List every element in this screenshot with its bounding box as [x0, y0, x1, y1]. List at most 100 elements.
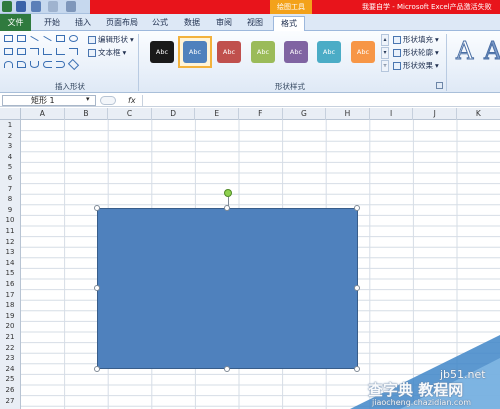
- column-header-k[interactable]: K: [457, 108, 500, 120]
- row-header-11[interactable]: 11: [0, 226, 20, 237]
- arrow-shape-icon[interactable]: [69, 48, 78, 55]
- shape-effects-button[interactable]: 形状效果 ▾: [393, 60, 439, 71]
- resize-handle-top-left[interactable]: [94, 205, 100, 211]
- tab-file[interactable]: 文件: [0, 14, 31, 31]
- resize-handle-bottom-left[interactable]: [94, 366, 100, 372]
- gallery-scroll-down[interactable]: ▾: [381, 47, 389, 59]
- row-header-16[interactable]: 16: [0, 279, 20, 290]
- rectangle-shape-icon[interactable]: [56, 35, 65, 42]
- rotation-handle[interactable]: [224, 189, 232, 197]
- orange-style[interactable]: Abc: [351, 41, 375, 63]
- column-header-g[interactable]: G: [283, 108, 327, 120]
- tab-formulas[interactable]: 公式: [148, 16, 172, 31]
- row-header-20[interactable]: 20: [0, 321, 20, 332]
- row-header-26[interactable]: 26: [0, 385, 20, 396]
- row-header-27[interactable]: 27: [0, 396, 20, 407]
- row-header-22[interactable]: 22: [0, 343, 20, 354]
- row-header-9[interactable]: 9: [0, 205, 20, 216]
- elbow-connector-icon[interactable]: [43, 48, 52, 55]
- row-header-25[interactable]: 25: [0, 374, 20, 385]
- brace-shape-icon[interactable]: [56, 61, 65, 68]
- excel-app-icon[interactable]: [2, 1, 12, 12]
- text-box-button[interactable]: 文本框 ▾: [88, 47, 126, 58]
- column-header-d[interactable]: D: [152, 108, 196, 120]
- name-box-dropdown-icon[interactable]: ▾: [86, 95, 90, 103]
- tab-insert[interactable]: 插入: [70, 16, 96, 31]
- shape-outline-button[interactable]: 形状轮廓 ▾: [393, 47, 439, 58]
- insert-function-button[interactable]: fx: [128, 94, 136, 107]
- resize-handle-top[interactable]: [224, 205, 230, 211]
- column-header-e[interactable]: E: [195, 108, 239, 120]
- elbow-connector-icon[interactable]: [30, 48, 39, 55]
- select-all-button[interactable]: [0, 108, 21, 120]
- row-header-19[interactable]: 19: [0, 311, 20, 322]
- wordart-style-plain[interactable]: A: [455, 37, 473, 66]
- row-header-23[interactable]: 23: [0, 353, 20, 364]
- arrow-shape-icon[interactable]: [56, 48, 65, 55]
- wordart-style-fill[interactable]: A: [483, 37, 500, 66]
- line-shape-icon[interactable]: [43, 35, 52, 42]
- name-box[interactable]: 矩形 1: [2, 95, 96, 106]
- resize-handle-left[interactable]: [94, 285, 100, 291]
- edit-shape-button[interactable]: 编辑形状 ▾: [88, 34, 134, 45]
- column-header-b[interactable]: B: [65, 108, 109, 120]
- triangle-shape-icon[interactable]: [17, 61, 26, 68]
- blue-style[interactable]: Abc: [183, 41, 207, 63]
- tab-data[interactable]: 数据: [180, 16, 204, 31]
- green-style[interactable]: Abc: [251, 41, 275, 63]
- insert-shapes-gallery[interactable]: [4, 35, 82, 75]
- aqua-style[interactable]: Abc: [317, 41, 341, 63]
- row-header-3[interactable]: 3: [0, 141, 20, 152]
- tab-page-layout[interactable]: 页面布局: [102, 16, 142, 31]
- gallery-scroll-up[interactable]: ▴: [381, 34, 389, 46]
- row-header-5[interactable]: 5: [0, 162, 20, 173]
- row-header-18[interactable]: 18: [0, 300, 20, 311]
- line-shape-icon[interactable]: [30, 35, 39, 42]
- row-header-4[interactable]: 4: [0, 152, 20, 163]
- row-header-10[interactable]: 10: [0, 215, 20, 226]
- gallery-more[interactable]: ▿: [381, 60, 389, 72]
- row-header-2[interactable]: 2: [0, 131, 20, 142]
- row-header-24[interactable]: 24: [0, 364, 20, 375]
- pointer-icon[interactable]: [66, 1, 76, 12]
- row-header-21[interactable]: 21: [0, 332, 20, 343]
- rectangle-shape[interactable]: [97, 208, 358, 369]
- shape-fill-button[interactable]: 形状填充 ▾: [393, 34, 439, 45]
- column-header-h[interactable]: H: [326, 108, 370, 120]
- formula-input[interactable]: [142, 95, 498, 106]
- row-header-12[interactable]: 12: [0, 237, 20, 248]
- tab-home[interactable]: 开始: [38, 16, 66, 31]
- triangle-shape-icon[interactable]: [17, 48, 26, 55]
- rectangle-shape-icon[interactable]: [4, 48, 13, 55]
- oval-shape-icon[interactable]: [69, 35, 78, 42]
- redo-icon[interactable]: [48, 1, 58, 12]
- formula-bar-splitter[interactable]: [100, 96, 116, 105]
- save-icon[interactable]: [16, 1, 26, 12]
- column-header-i[interactable]: I: [370, 108, 414, 120]
- column-header-j[interactable]: J: [413, 108, 457, 120]
- undo-icon[interactable]: [31, 1, 41, 12]
- row-header-13[interactable]: 13: [0, 247, 20, 258]
- purple-style[interactable]: Abc: [284, 41, 308, 63]
- tab-format[interactable]: 格式: [273, 16, 305, 32]
- brace-shape-icon[interactable]: [43, 61, 52, 68]
- row-header-8[interactable]: 8: [0, 194, 20, 205]
- star-shape-icon[interactable]: [67, 58, 80, 71]
- row-header-15[interactable]: 15: [0, 268, 20, 279]
- resize-handle-bottom[interactable]: [224, 366, 230, 372]
- tab-review[interactable]: 审阅: [212, 16, 236, 31]
- resize-handle-right[interactable]: [354, 285, 360, 291]
- row-header-7[interactable]: 7: [0, 184, 20, 195]
- tab-view[interactable]: 视图: [243, 16, 267, 31]
- column-header-f[interactable]: F: [239, 108, 283, 120]
- curve-shape-icon[interactable]: [30, 61, 39, 68]
- resize-handle-top-right[interactable]: [354, 205, 360, 211]
- textbox-shape-icon[interactable]: [4, 35, 13, 42]
- row-header-17[interactable]: 17: [0, 290, 20, 301]
- column-header-a[interactable]: A: [21, 108, 65, 120]
- text-shape-icon[interactable]: [17, 35, 26, 42]
- row-header-14[interactable]: 14: [0, 258, 20, 269]
- black-style[interactable]: Abc: [150, 41, 174, 63]
- row-header-6[interactable]: 6: [0, 173, 20, 184]
- dialog-launcher-icon[interactable]: [436, 82, 443, 89]
